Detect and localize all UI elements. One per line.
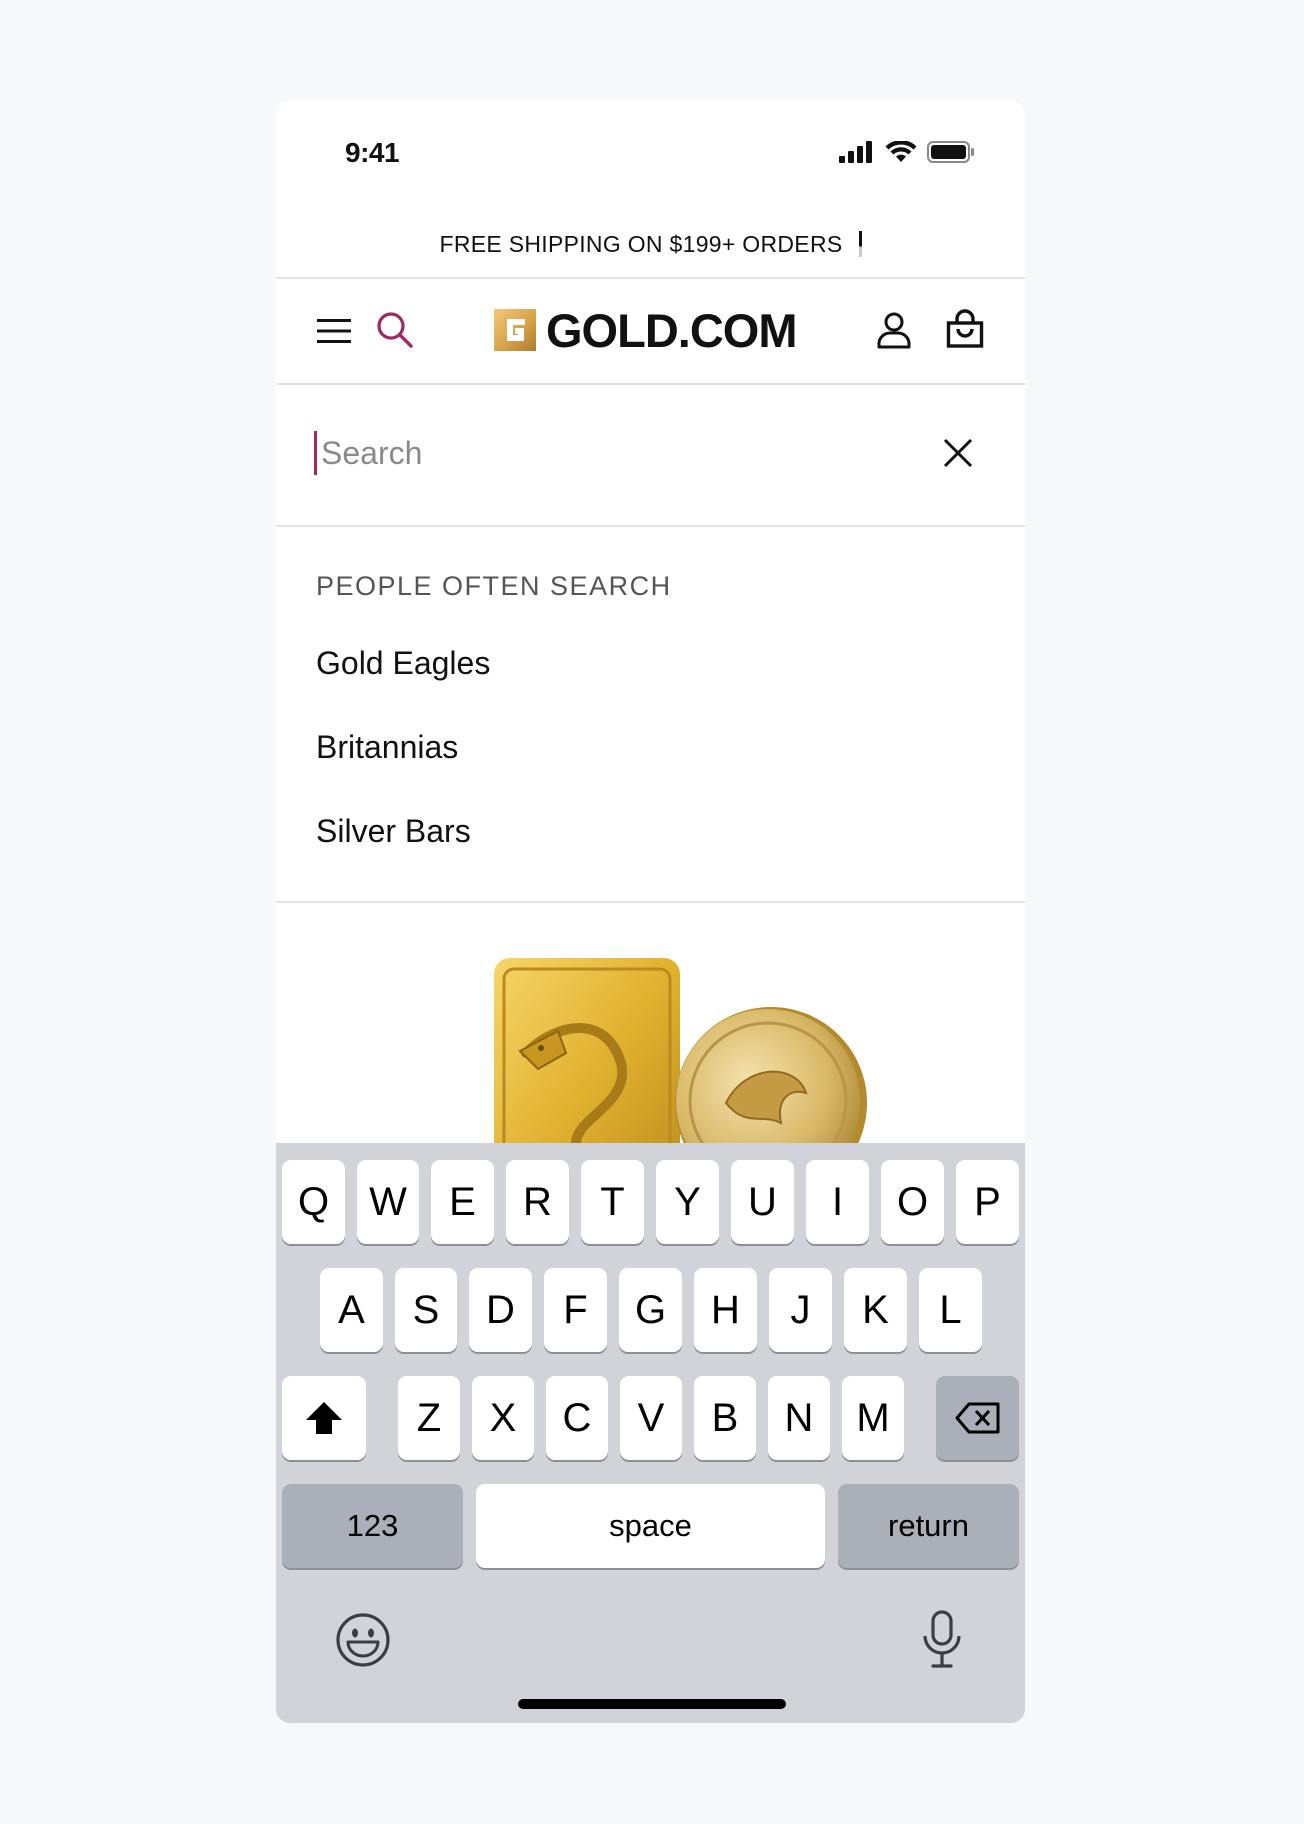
emoji-icon [336, 1613, 390, 1667]
key-x[interactable]: X [472, 1376, 534, 1460]
key-w[interactable]: W [357, 1160, 419, 1244]
key-e[interactable]: E [431, 1160, 494, 1244]
account-icon [877, 312, 911, 349]
key-o[interactable]: O [881, 1160, 944, 1244]
dictation-button[interactable] [918, 1609, 966, 1671]
signal-icon [839, 141, 872, 163]
key-v[interactable]: V [620, 1376, 682, 1460]
key-s[interactable]: S [395, 1268, 457, 1352]
status-icons [839, 141, 975, 163]
search-input[interactable] [314, 431, 881, 475]
battery-icon [927, 141, 974, 163]
key-i[interactable]: I [806, 1160, 869, 1244]
delete-key[interactable] [936, 1376, 1019, 1460]
on-screen-keyboard: Q W E R T Y U I O P A S D F G H J K L Z … [276, 1143, 1025, 1723]
status-bar: 9:41 [276, 101, 1025, 211]
promo-banner: FREE SHIPPING ON $199+ ORDERS [276, 211, 1025, 279]
key-j[interactable]: J [769, 1268, 832, 1352]
key-t[interactable]: T [581, 1160, 644, 1244]
logo-text: GOLD.COM [546, 303, 797, 357]
microphone-icon [923, 1610, 961, 1668]
cart-button[interactable] [942, 305, 988, 353]
product-promo-image[interactable] [276, 903, 1025, 1218]
key-c[interactable]: C [546, 1376, 608, 1460]
promo-divider [858, 231, 862, 257]
key-g[interactable]: G [619, 1268, 682, 1352]
suggestion-item[interactable]: Britannias [316, 729, 458, 766]
account-button[interactable] [871, 307, 917, 353]
search-bar [276, 385, 1025, 527]
home-indicator[interactable] [518, 1699, 786, 1709]
wifi-icon [885, 141, 917, 162]
shift-key[interactable] [282, 1376, 366, 1460]
key-r[interactable]: R [506, 1160, 569, 1244]
numbers-key[interactable]: 123 [282, 1484, 463, 1568]
suggestion-item[interactable]: Silver Bars [316, 813, 471, 850]
key-l[interactable]: L [919, 1268, 982, 1352]
site-header: GOLD.COM [276, 279, 1025, 385]
key-m[interactable]: M [842, 1376, 904, 1460]
suggestions-heading: PEOPLE OFTEN SEARCH [316, 571, 672, 601]
key-a[interactable]: A [320, 1268, 383, 1352]
key-p[interactable]: P [956, 1160, 1019, 1244]
search-suggestions: PEOPLE OFTEN SEARCH Gold Eagles Britanni… [276, 527, 1025, 903]
space-key[interactable]: space [476, 1484, 825, 1568]
key-q[interactable]: Q [282, 1160, 345, 1244]
menu-icon [317, 319, 351, 343]
close-icon [943, 438, 973, 468]
key-y[interactable]: Y [656, 1160, 719, 1244]
key-k[interactable]: K [844, 1268, 907, 1352]
gold-bar-coin-image [494, 958, 867, 1218]
return-key[interactable]: return [838, 1484, 1019, 1568]
key-u[interactable]: U [731, 1160, 794, 1244]
key-n[interactable]: N [768, 1376, 830, 1460]
menu-button[interactable] [312, 309, 356, 353]
search-button[interactable] [372, 307, 418, 353]
search-icon [377, 312, 413, 348]
emoji-button[interactable] [334, 1611, 392, 1669]
backspace-icon [955, 1402, 999, 1434]
phone-screen: 9:41 FREE SHIPPING ON $199+ ORDERS GOLD.… [276, 101, 1025, 1723]
clear-search-button[interactable] [940, 435, 976, 471]
site-logo[interactable]: GOLD.COM [494, 303, 797, 357]
key-d[interactable]: D [469, 1268, 532, 1352]
key-z[interactable]: Z [398, 1376, 460, 1460]
key-b[interactable]: B [694, 1376, 756, 1460]
key-h[interactable]: H [694, 1268, 757, 1352]
shift-icon [306, 1402, 342, 1434]
suggestion-item[interactable]: Gold Eagles [316, 645, 490, 682]
status-time: 9:41 [345, 137, 400, 168]
promo-text: FREE SHIPPING ON $199+ ORDERS [439, 230, 843, 257]
gold-logo-icon [494, 309, 536, 351]
cart-icon [946, 309, 984, 348]
key-f[interactable]: F [544, 1268, 607, 1352]
